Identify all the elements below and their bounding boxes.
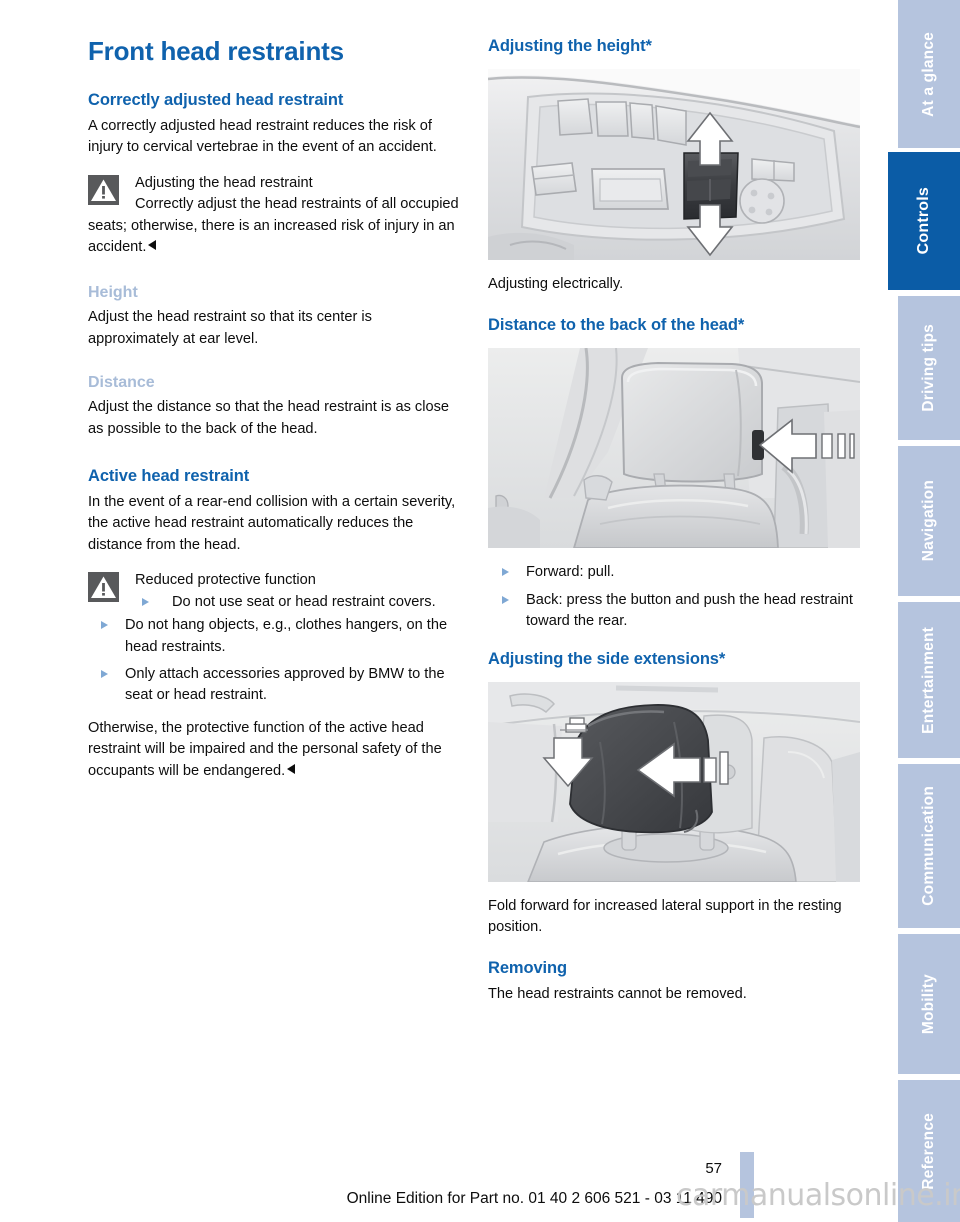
sidebar-item-label: Controls [915, 187, 932, 255]
end-of-warning-marker [148, 240, 157, 251]
triangle-bullet-icon [502, 595, 509, 604]
section-heading-active-head-restraint: Active head restraint [88, 467, 250, 486]
warning-body-text: Correctly adjust the head restraints of … [88, 196, 459, 256]
triangle-bullet-icon [101, 669, 108, 678]
sidebar-item-at-a-glance[interactable]: At a glance [898, 0, 960, 148]
warning-title-reduced-protection: Reduced protective function [135, 572, 316, 589]
list-item: Do not hang objects, e.g., clothes hange… [88, 615, 462, 658]
sidebar-item-mobility[interactable]: Mobility [898, 934, 960, 1074]
end-of-warning-marker [287, 763, 296, 774]
list-item: Forward: pull. [488, 562, 862, 583]
edition-line: Online Edition for Part no. 01 40 2 606 … [346, 1190, 722, 1207]
caption-side-extensions: Fold forward for increased lateral suppo… [488, 897, 842, 936]
manual-page: Front head restraints Correctly adjusted… [0, 0, 960, 1222]
sidebar-item-label: Communication [920, 786, 937, 906]
section-heading-removing: Removing [488, 959, 567, 978]
warning-bullet-list-rest: Do not hang objects, e.g., clothes hange… [88, 615, 462, 707]
sidebar-item-entertainment[interactable]: Entertainment [898, 602, 960, 758]
left-column: Front head restraints Correctly adjusted… [88, 36, 462, 784]
list-item-label: Do not use seat or head restraint covers… [172, 593, 436, 610]
right-column: Adjusting the height* Adjusting electric… [488, 36, 862, 1020]
list-item: Only attach accessories approved by BMW … [88, 664, 462, 707]
triangle-bullet-icon [142, 597, 149, 606]
section-heading-adjusting-height: Adjusting the height* [488, 37, 652, 55]
headrest-distance-figure [488, 348, 860, 549]
paragraph-active-head-restraint: In the event of a rear-end collision wit… [88, 494, 456, 553]
sidebar-item-label: Driving tips [920, 324, 937, 412]
seat-control-panel-figure [488, 69, 860, 260]
sidebar-item-label: Mobility [920, 973, 937, 1035]
list-item: Do not use seat or head restraint covers… [88, 592, 462, 613]
list-item: Back: press the button and push the head… [488, 590, 862, 633]
warning-bullet-list-first: Do not use seat or head restraint covers… [88, 592, 462, 613]
paragraph-removing: The head restraints cannot be removed. [488, 986, 747, 1003]
sidebar-item-controls[interactable]: Controls [888, 152, 960, 290]
section-heading-correctly-adjusted: Correctly adjusted head restraint [88, 91, 344, 109]
warning-body-adjusting: Correctly adjust the head restraints of … [88, 194, 462, 258]
sidebar-item-driving-tips[interactable]: Driving tips [898, 296, 960, 440]
paragraph-distance: Adjust the distance so that the head res… [88, 399, 449, 437]
section-heading-distance-back-of-head: Distance to the back of the head* [488, 316, 745, 335]
side-navigation: At a glance Controls Driving tips Naviga… [888, 0, 960, 1222]
warning-closing-text: Otherwise, the protective function of th… [88, 719, 442, 779]
list-item-label: Back: press the button and push the head… [526, 591, 853, 630]
triangle-bullet-icon [101, 621, 108, 630]
sidebar-item-communication[interactable]: Communication [898, 764, 960, 928]
warning-title-adjusting: Adjusting the head restraint [135, 174, 313, 191]
list-item-label: Do not hang objects, e.g., clothes hange… [125, 617, 448, 655]
sidebar-item-label: Navigation [920, 480, 937, 562]
list-item-label: Forward: pull. [526, 564, 615, 581]
list-item-label: Only attach accessories approved by BMW … [125, 665, 445, 704]
headrest-side-extensions-figure [488, 681, 860, 882]
warning-block-adjusting: Adjusting the head restraint Correctly a… [88, 173, 462, 259]
section-heading-side-extensions: Adjusting the side extensions* [488, 649, 726, 668]
paragraph-correctly-adjusted: A correctly adjusted head restraint redu… [88, 118, 437, 156]
sidebar-item-label: Entertainment [920, 626, 937, 734]
sidebar-item-navigation[interactable]: Navigation [898, 446, 960, 596]
sidebar-item-label: At a glance [920, 31, 937, 117]
page-number: 57 [705, 1160, 722, 1177]
site-watermark: carmanualsonline.info [676, 1178, 960, 1213]
warning-closing-reduced-protection: Otherwise, the protective function of th… [88, 718, 462, 782]
caption-adjusting-electrically: Adjusting electrically. [488, 276, 624, 292]
warning-triangle-icon [88, 174, 119, 205]
paragraph-height: Adjust the head restraint so that its ce… [88, 309, 372, 347]
subheading-height: Height [88, 284, 138, 302]
page-title: Front head restraints [88, 36, 344, 66]
triangle-bullet-icon [502, 568, 509, 577]
warning-block-reduced-protection: Reduced protective function Do not use s… [88, 570, 462, 782]
distance-bullet-list: Forward: pull. Back: press the button an… [488, 562, 862, 632]
subheading-distance: Distance [88, 374, 155, 392]
